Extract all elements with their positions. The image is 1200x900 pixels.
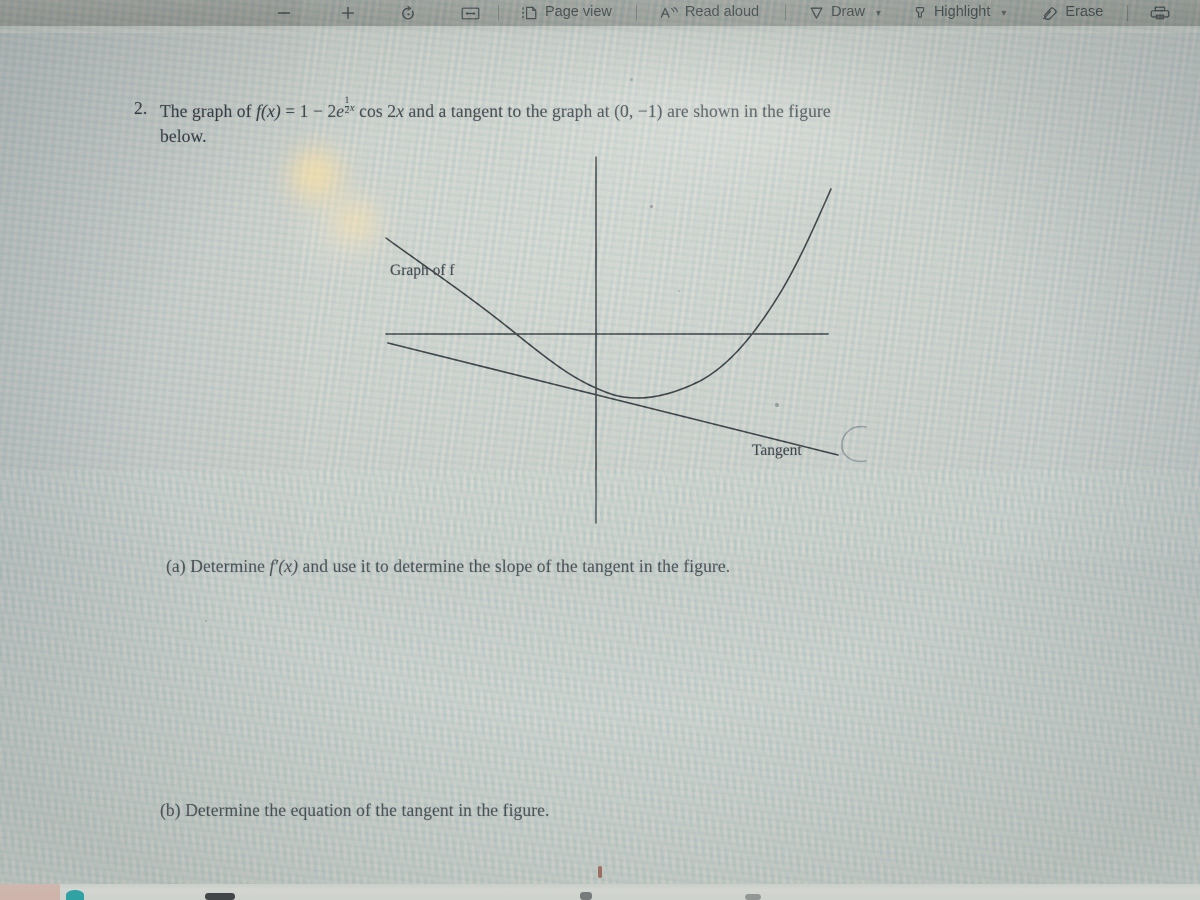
desk-object-dark-3	[745, 894, 761, 900]
screenshot-root: Page view Read aloud Draw ▾ Highlight ▾ …	[0, 0, 1200, 900]
stem-function-fx: f(x)	[256, 100, 281, 121]
eraser-icon	[1041, 5, 1059, 21]
highlight-label: Highlight	[933, 4, 991, 20]
exp-denominator: 2	[344, 105, 350, 116]
stem-text-2: and a tangent to the graph at	[404, 100, 615, 121]
part-a-pre: Determine	[185, 556, 270, 576]
zoom-out-button[interactable]	[268, 0, 306, 26]
zoom-in-button[interactable]	[332, 0, 370, 26]
question-2-stem: 2. The graph of f(x) = 1 − 2e 1 2 x cos 2x …	[134, 96, 1064, 149]
stem-cos-variable: x	[396, 100, 405, 121]
page-view-label: Page view	[545, 4, 612, 20]
read-aloud-label: Read aloud	[684, 4, 760, 20]
rotate-icon	[400, 5, 417, 22]
question-part-a: (a) Determine f′(x) and use it to determ…	[166, 556, 730, 577]
stem-text-1: The graph of	[160, 100, 257, 121]
erase-button[interactable]: Erase	[1033, 0, 1111, 26]
part-a-post: and use it to determine the slope of the…	[298, 556, 731, 576]
read-aloud-icon	[659, 5, 679, 21]
desk-object-teal	[66, 890, 84, 900]
stem-e: e	[336, 100, 345, 121]
part-a-marker: (a)	[166, 556, 186, 576]
toolbar-divider-1	[498, 5, 499, 21]
graph-of-f-label: Graph of f	[390, 262, 455, 279]
print-icon	[1150, 5, 1170, 21]
exp-numerator: 1	[344, 95, 350, 106]
desk-object-red	[598, 866, 602, 878]
desk-strip	[0, 884, 1200, 900]
question-part-b: (b) Determine the equation of the tangen…	[160, 800, 550, 821]
print-button[interactable]	[1142, 0, 1184, 26]
part-b-marker: (b)	[160, 800, 181, 820]
fit-width-icon	[461, 6, 480, 21]
toolbar-underline	[0, 26, 1200, 33]
page-view-button[interactable]: Page view	[513, 0, 620, 26]
stem-line-2: below.	[160, 125, 207, 146]
highlight-button[interactable]: Highlight	[904, 0, 998, 26]
minus-icon	[276, 5, 292, 21]
stem-cos: cos 2	[354, 100, 397, 121]
draw-label: Draw	[831, 4, 865, 20]
part-b-text: Determine the equation of the tangent in…	[180, 800, 550, 820]
draw-button[interactable]: Draw	[800, 0, 873, 26]
highlighter-icon	[912, 5, 928, 21]
question-number: 2.	[134, 98, 148, 118]
rotate-button[interactable]	[392, 0, 431, 26]
stem-text-equals: = 1 − 2	[280, 100, 337, 121]
plus-icon	[340, 5, 356, 21]
toolbar-divider-4	[1127, 5, 1129, 21]
stem-point: (0, −1)	[614, 100, 663, 121]
fit-width-button[interactable]	[453, 0, 494, 26]
part-a-derivative: f′(x)	[269, 556, 299, 576]
pen-icon	[808, 5, 825, 21]
erase-label: Erase	[1065, 4, 1104, 20]
highlight-chevron-down-icon[interactable]: ▾	[998, 8, 1009, 19]
tangent-label: Tangent	[752, 442, 802, 459]
page-view-icon	[521, 5, 539, 21]
desk-strip-left	[0, 884, 60, 900]
desk-object-dark-2	[580, 892, 592, 900]
pdf-toolbar: Page view Read aloud Draw ▾ Highlight ▾ …	[0, 0, 1200, 26]
toolbar-divider-3	[785, 5, 787, 21]
draw-chevron-down-icon[interactable]: ▾	[873, 8, 884, 19]
read-aloud-button[interactable]: Read aloud	[651, 0, 767, 26]
desk-object-dark-1	[205, 893, 235, 900]
stem-exponent-fraction: 12	[344, 95, 350, 117]
toolbar-divider-2	[635, 5, 637, 21]
stem-text-3: are shown in the figure	[662, 100, 831, 121]
